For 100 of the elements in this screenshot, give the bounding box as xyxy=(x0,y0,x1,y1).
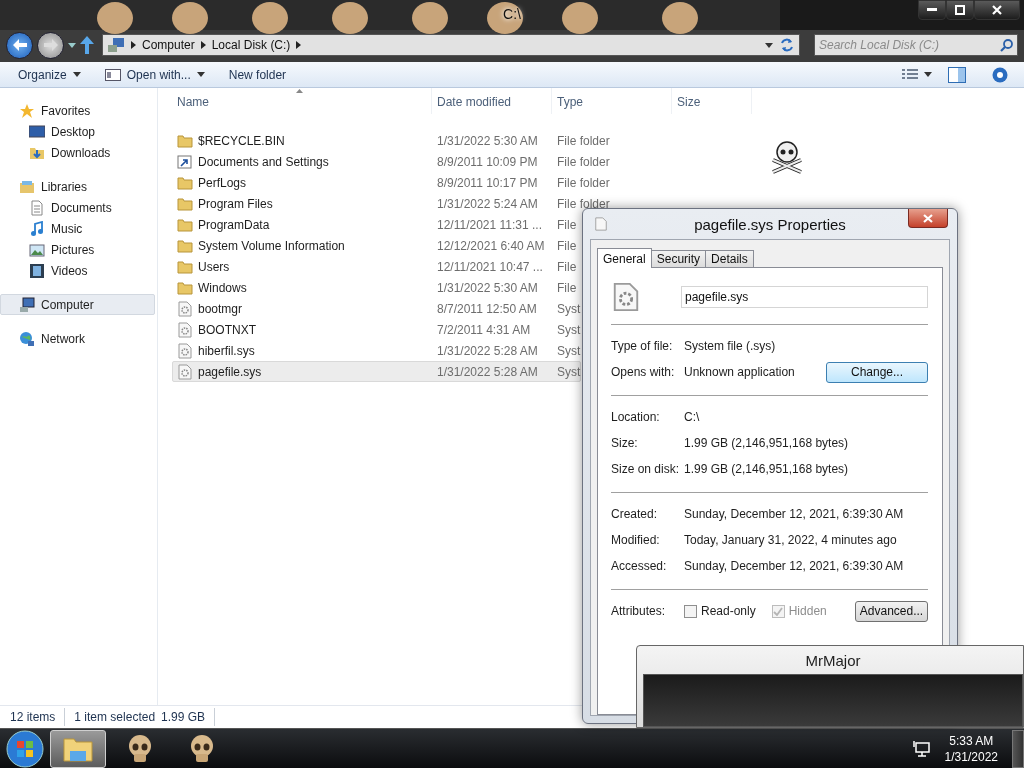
date-cell-text: 1/31/2022 5:28 AM xyxy=(436,364,539,379)
property-value: Sunday, December 12, 2021, 6:39:30 AM xyxy=(684,559,905,573)
system-file-icon xyxy=(177,321,193,338)
file-row[interactable]: PerfLogs 8/9/2011 10:17 PM File folder xyxy=(172,172,611,193)
date-cell-text: 12/11/2021 11:31 ... xyxy=(436,217,543,232)
breadcrumb[interactable]: Local Disk (C:) xyxy=(211,38,291,52)
tab[interactable]: General xyxy=(597,248,652,268)
clock-time: 5:33 AM xyxy=(949,732,994,749)
file-row[interactable]: ProgramData 12/11/2021 11:31 ... File xyxy=(172,214,578,235)
system-file-icon xyxy=(611,282,641,312)
file-name: pagefile.sys xyxy=(198,364,262,379)
clock[interactable]: 5:33 AM 1/31/2022 xyxy=(944,732,998,765)
sidebar-item[interactable]: Libraries xyxy=(0,176,155,197)
property-value: Today, January 31, 2022, 4 minutes ago xyxy=(684,533,898,547)
sidebar-item[interactable]: Computer xyxy=(0,294,155,315)
preview-pane-icon[interactable] xyxy=(948,66,966,83)
property-label: Size: xyxy=(611,436,639,450)
column-header[interactable]: Date modified xyxy=(432,88,552,114)
sidebar-item[interactable]: Documents xyxy=(0,197,155,218)
window-title: C:\ xyxy=(503,6,521,22)
file-row[interactable]: Documents and Settings 8/9/2011 10:09 PM File folder xyxy=(172,151,611,172)
name-field[interactable]: pagefile.sys xyxy=(681,286,928,308)
type-cell-text: Syst xyxy=(556,322,581,337)
date-cell-text: 7/2/2011 4:31 AM xyxy=(436,322,532,337)
chevron-icon xyxy=(131,41,136,49)
property-label: Location: xyxy=(611,410,661,424)
item-count: 12 items xyxy=(10,710,56,724)
sidebar-item[interactable]: Music xyxy=(0,218,155,239)
chevron-icon xyxy=(200,41,206,49)
file-row[interactable]: Program Files 1/31/2022 5:24 AM File folder xyxy=(172,193,611,214)
file-row[interactable]: hiberfil.sys 1/31/2022 5:28 AM Syst xyxy=(172,340,582,361)
file-row[interactable]: System Volume Information 12/12/2021 6:40 AM File xyxy=(172,235,578,256)
system-file-icon xyxy=(177,342,193,359)
type-cell-text: Syst xyxy=(556,343,581,358)
maximize-button[interactable] xyxy=(946,0,974,20)
type-cell-text: Syst xyxy=(556,364,581,379)
menu-button[interactable]: Organize xyxy=(10,64,89,85)
file-row[interactable]: bootmgr 8/7/2011 12:50 AM Syst xyxy=(172,298,582,319)
selection-status: 1 item selected xyxy=(74,710,156,724)
breadcrumb[interactable]: Computer xyxy=(142,38,195,52)
minimize-button[interactable] xyxy=(918,0,946,20)
file-name: hiberfil.sys xyxy=(198,343,255,358)
property-label: Modified: xyxy=(611,533,661,547)
window-icon xyxy=(104,68,121,81)
property-value: Sunday, December 12, 2021, 6:39:30 AM xyxy=(684,507,905,521)
file-row[interactable]: Windows 1/31/2022 5:30 AM File xyxy=(172,277,578,298)
folder-icon xyxy=(177,280,193,295)
file-name: BOOTNXT xyxy=(198,322,256,337)
close-button[interactable] xyxy=(974,0,1020,20)
selection-size: 1.99 GB xyxy=(161,710,206,724)
sidebar-item[interactable]: Pictures xyxy=(0,239,155,260)
file-name: System Volume Information xyxy=(198,238,345,253)
date-cell-text: 8/7/2011 12:50 AM xyxy=(436,301,538,316)
caret-icon xyxy=(68,42,76,48)
sidebar-item[interactable]: Favorites xyxy=(0,100,155,121)
file-row[interactable]: BOOTNXT 7/2/2011 4:31 AM Syst xyxy=(172,319,582,340)
maximize-icon xyxy=(955,5,965,15)
file-name: Program Files xyxy=(198,196,273,211)
close-button[interactable] xyxy=(908,209,948,228)
file-row[interactable]: pagefile.sys 1/31/2022 5:28 AM Syst xyxy=(172,361,582,382)
search-field[interactable]: Search Local Disk (C:) xyxy=(814,34,1018,56)
taskbar-app[interactable] xyxy=(50,729,106,768)
sidebar-item[interactable]: Videos xyxy=(0,260,155,281)
file-row[interactable]: $RECYCLE.BIN 1/31/2022 5:30 AM File folder xyxy=(172,130,611,151)
toolbar-button[interactable]: New folder xyxy=(220,64,295,85)
folder-icon xyxy=(177,196,193,211)
date-cell-text: 1/31/2022 5:30 AM xyxy=(436,133,539,148)
address-field[interactable]: Computer Local Disk (C:) xyxy=(102,34,800,56)
clock-date: 1/31/2022 xyxy=(944,748,998,765)
menu-button[interactable]: Open with... xyxy=(96,64,213,85)
type-cell-text: File xyxy=(556,217,577,232)
file-name: ProgramData xyxy=(198,217,270,232)
tab[interactable]: Security xyxy=(650,250,707,268)
start-button[interactable] xyxy=(6,729,44,768)
refresh-icon[interactable] xyxy=(779,38,795,52)
tab[interactable]: Details xyxy=(705,250,754,268)
network-icon xyxy=(19,330,35,347)
back-arrow-icon xyxy=(12,39,27,51)
file-row[interactable]: Users 12/11/2021 10:47 ... File xyxy=(172,256,578,277)
checkbox[interactable] xyxy=(684,604,697,618)
date-cell-text: 1/31/2022 5:30 AM xyxy=(436,280,539,295)
type-cell-text: File xyxy=(556,238,577,253)
computer-icon xyxy=(19,296,35,313)
sidebar-item[interactable]: Downloads xyxy=(0,142,155,163)
shortcut-icon xyxy=(177,154,193,169)
property-label: Accessed: xyxy=(611,559,668,573)
network-icon[interactable] xyxy=(912,740,931,757)
property-label: Size on disk: xyxy=(611,462,681,476)
dialog-title: pagefile.sys Properties xyxy=(694,215,846,233)
folder-icon xyxy=(177,175,193,190)
column-header[interactable]: Type xyxy=(552,88,672,114)
up-arrow-icon[interactable] xyxy=(80,36,94,54)
show-desktop-button[interactable] xyxy=(1012,729,1024,768)
search-icon xyxy=(1000,39,1013,52)
change-button[interactable]: Change... xyxy=(826,361,928,383)
sidebar-item[interactable]: Network xyxy=(0,328,155,349)
advanced-button[interactable]: Advanced... xyxy=(855,600,928,622)
column-header[interactable]: Size xyxy=(672,88,752,114)
sidebar-item[interactable]: Desktop xyxy=(0,121,155,142)
file-name: bootmgr xyxy=(198,301,243,316)
